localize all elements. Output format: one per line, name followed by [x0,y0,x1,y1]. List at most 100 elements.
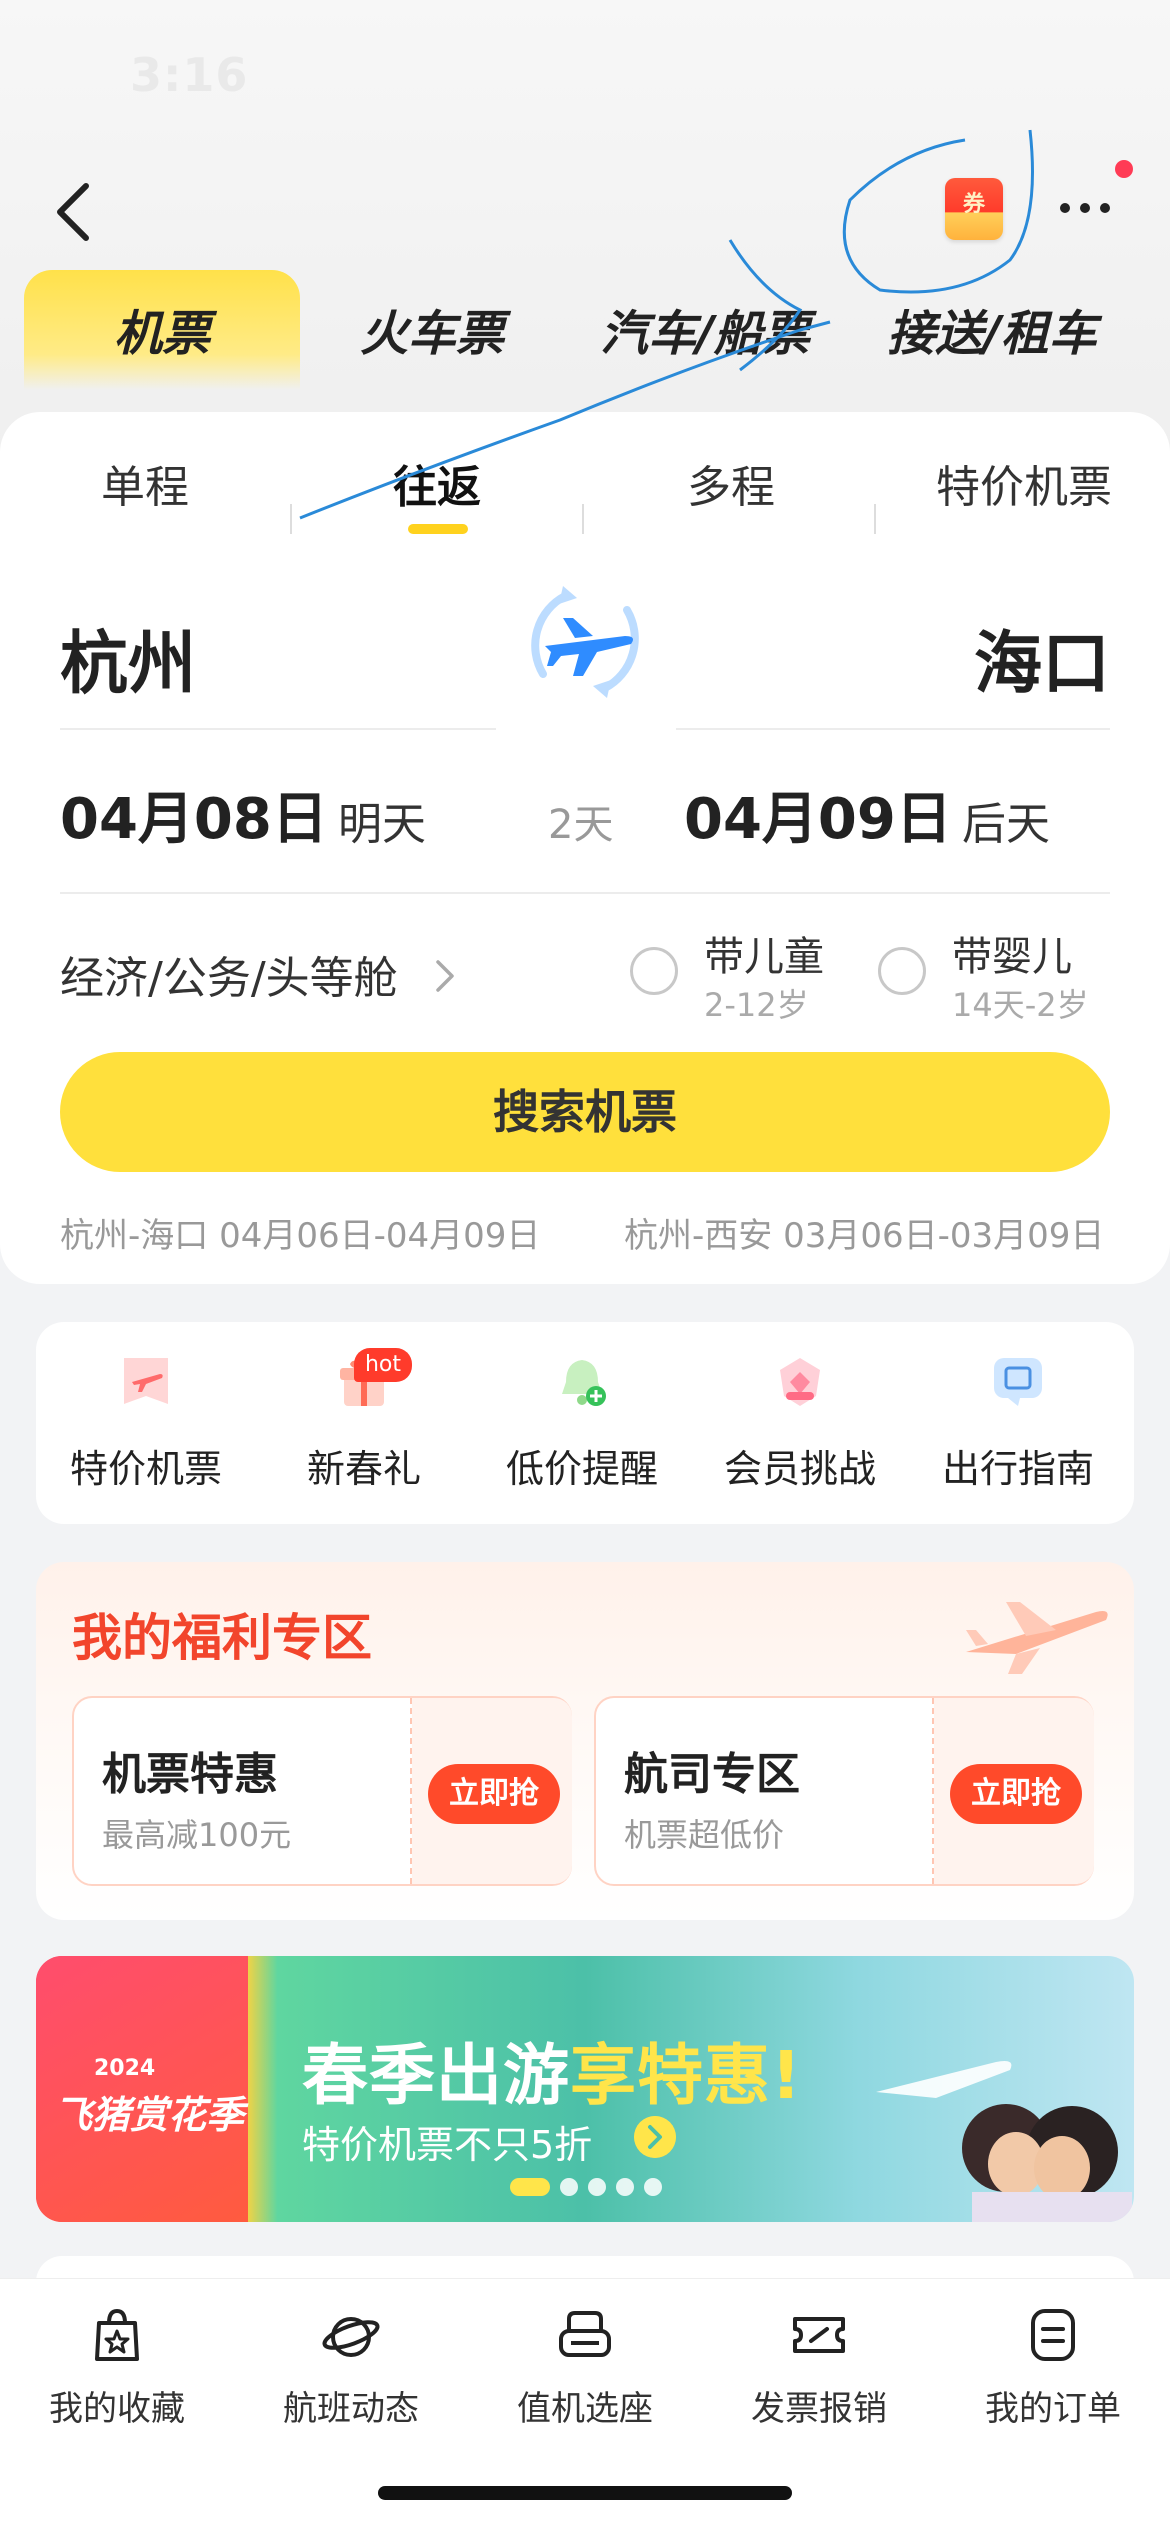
arrow-right-circle-icon [634,2116,676,2158]
tab-one-way[interactable]: 单程 [40,448,250,528]
pagination-dot [560,2177,578,2196]
banner-logo-area: 2024 飞猪赏花季 [36,1956,248,2222]
deal-subtitle: 最高减100元 [102,1816,292,1854]
chevron-right-icon [436,960,454,992]
depart-day: 明天 [338,799,426,850]
grab-now-button[interactable]: 立即抢 [428,1764,560,1824]
plane-illustration-icon [966,1602,1108,1674]
active-tab-indicator [408,524,468,534]
deal-card-divider [410,1698,412,1884]
hot-badge: hot [354,1348,412,1382]
swap-cities-icon[interactable] [505,562,665,722]
quick-entries: 特价机票 新春礼 hot 低价提醒 会员挑战 出行指南 [36,1322,1134,1524]
nav-favorites[interactable]: 我的收藏 [0,2305,234,2445]
banner-brand: 飞猪赏花季 [54,2093,245,2137]
banner-pagination [510,2176,672,2196]
welfare-title: 我的福利专区 [72,1609,372,1667]
flight-search-card: 单程 往返 多程 特价机票 杭州 海口 04月08日 明天 2天 04月09日 … [0,412,1170,1284]
grab-now-button[interactable]: 立即抢 [950,1764,1082,1824]
tab-train[interactable]: 火车票 [320,270,544,390]
nav-label: 航班动态 [283,2389,419,2429]
mode-tabs: 机票 火车票 汽车/船票 接送/租车 [0,270,1170,390]
infant-radio[interactable] [878,947,926,995]
nav-label: 我的订单 [985,2389,1121,2429]
tab-round-trip[interactable]: 往返 [332,448,542,528]
date-divider [60,892,1110,894]
nav-check-in[interactable]: 值机选座 [468,2305,702,2445]
departure-city[interactable]: 杭州 [60,608,196,707]
infant-label: 带婴儿 [952,934,1072,980]
notification-dot [1115,160,1133,178]
status-time: 3:16 [130,48,249,102]
deal-card-divider [932,1698,934,1884]
trip-duration: 2天 [548,802,614,848]
pagination-dot [616,2177,634,2196]
deal-title: 航司专区 [624,1749,800,1800]
child-radio[interactable] [630,947,678,995]
nav-flight-status[interactable]: 航班动态 [234,2305,468,2445]
promo-banner[interactable]: 2024 飞猪赏花季 春季出游享特惠! 特价机票不只5折 [36,1956,1134,2222]
quick-entry-label: 特价机票 [69,1447,222,1491]
arrival-city[interactable]: 海口 [974,608,1110,707]
cabin-class-selector[interactable]: 经济/公务/头等舱 [60,942,398,1006]
tab-special-fares[interactable]: 特价机票 [904,448,1144,528]
coupon-label: 券 [962,192,985,217]
quick-entry-member-challenge[interactable]: 会员挑战 [700,1352,900,1512]
banner-title-main: 春季出游 [302,2037,570,2114]
nav-orders[interactable]: 我的订单 [936,2305,1170,2445]
welfare-zone: 我的福利专区 机票特惠 最高减100元 立即抢 航司专区 机票超低价 立即抢 [36,1562,1134,1920]
deal-card-airline-zone[interactable]: 航司专区 机票超低价 立即抢 [594,1696,1094,1886]
nav-label: 值机选座 [517,2389,653,2429]
quick-entry-special-fares[interactable]: 特价机票 [46,1352,246,1512]
search-flights-button[interactable]: 搜索机票 [60,1052,1110,1172]
search-history-item[interactable]: 杭州-西安 03月06日-03月09日 [624,1208,1104,1257]
order-icon [1031,2309,1075,2361]
banner-title-highlight: 享特惠! [570,2037,803,2114]
home-indicator [378,2486,792,2500]
more-button[interactable] [1055,194,1117,222]
member-shield-icon [780,1358,820,1406]
deal-title: 机票特惠 [102,1749,278,1800]
tab-transfer-rental[interactable]: 接送/租车 [858,270,1126,390]
pagination-dot [588,2177,606,2196]
bell-plus-icon [562,1360,606,1406]
plane-tag-icon [124,1358,168,1404]
tab-divider [290,504,292,534]
more-dot-icon [1100,203,1110,213]
child-age-range: 2-12岁 [704,986,809,1024]
bag-star-icon [95,2308,139,2361]
return-date[interactable]: 04月09日 [684,774,952,855]
seat-icon [559,2311,611,2357]
banner-subtitle: 特价机票不只5折 [302,2123,593,2167]
nav-invoice[interactable]: 发票报销 [702,2305,936,2445]
tab-divider [582,504,584,534]
pagination-dot [644,2177,662,2196]
quick-entry-travel-guide[interactable]: 出行指南 [918,1352,1118,1512]
depart-date[interactable]: 04月08日 [60,774,328,855]
planet-icon [322,2317,380,2357]
banner-title: 春季出游享特惠! [302,2022,802,2118]
infant-age-range: 14天-2岁 [952,986,1089,1024]
city-divider [60,728,496,730]
quick-entry-price-alert[interactable]: 低价提醒 [482,1352,682,1512]
nav-label: 发票报销 [751,2389,887,2429]
nav-label: 我的收藏 [49,2389,185,2429]
tab-multi-city[interactable]: 多程 [626,448,836,528]
back-button[interactable] [50,180,100,244]
coupon-button[interactable]: 券 [945,178,1003,240]
ticket-icon [793,2317,845,2353]
search-history-item[interactable]: 杭州-海口 04月06日-04月09日 [60,1208,540,1257]
tab-bus-ferry[interactable]: 汽车/船票 [580,270,830,390]
return-day: 后天 [962,799,1050,850]
pagination-dot [510,2177,550,2196]
city-divider [676,728,1110,730]
quick-entry-label: 新春礼 [306,1447,421,1491]
header: 券 [0,150,1170,260]
tab-flights[interactable]: 机票 [24,270,300,390]
deal-subtitle: 机票超低价 [624,1816,785,1854]
quick-entry-label: 会员挑战 [723,1447,876,1491]
trip-type-tabs: 单程 往返 多程 特价机票 [0,448,1170,538]
deal-card-flight-discount[interactable]: 机票特惠 最高减100元 立即抢 [72,1696,572,1886]
more-dot-icon [1060,203,1070,213]
child-label: 带儿童 [704,934,824,980]
